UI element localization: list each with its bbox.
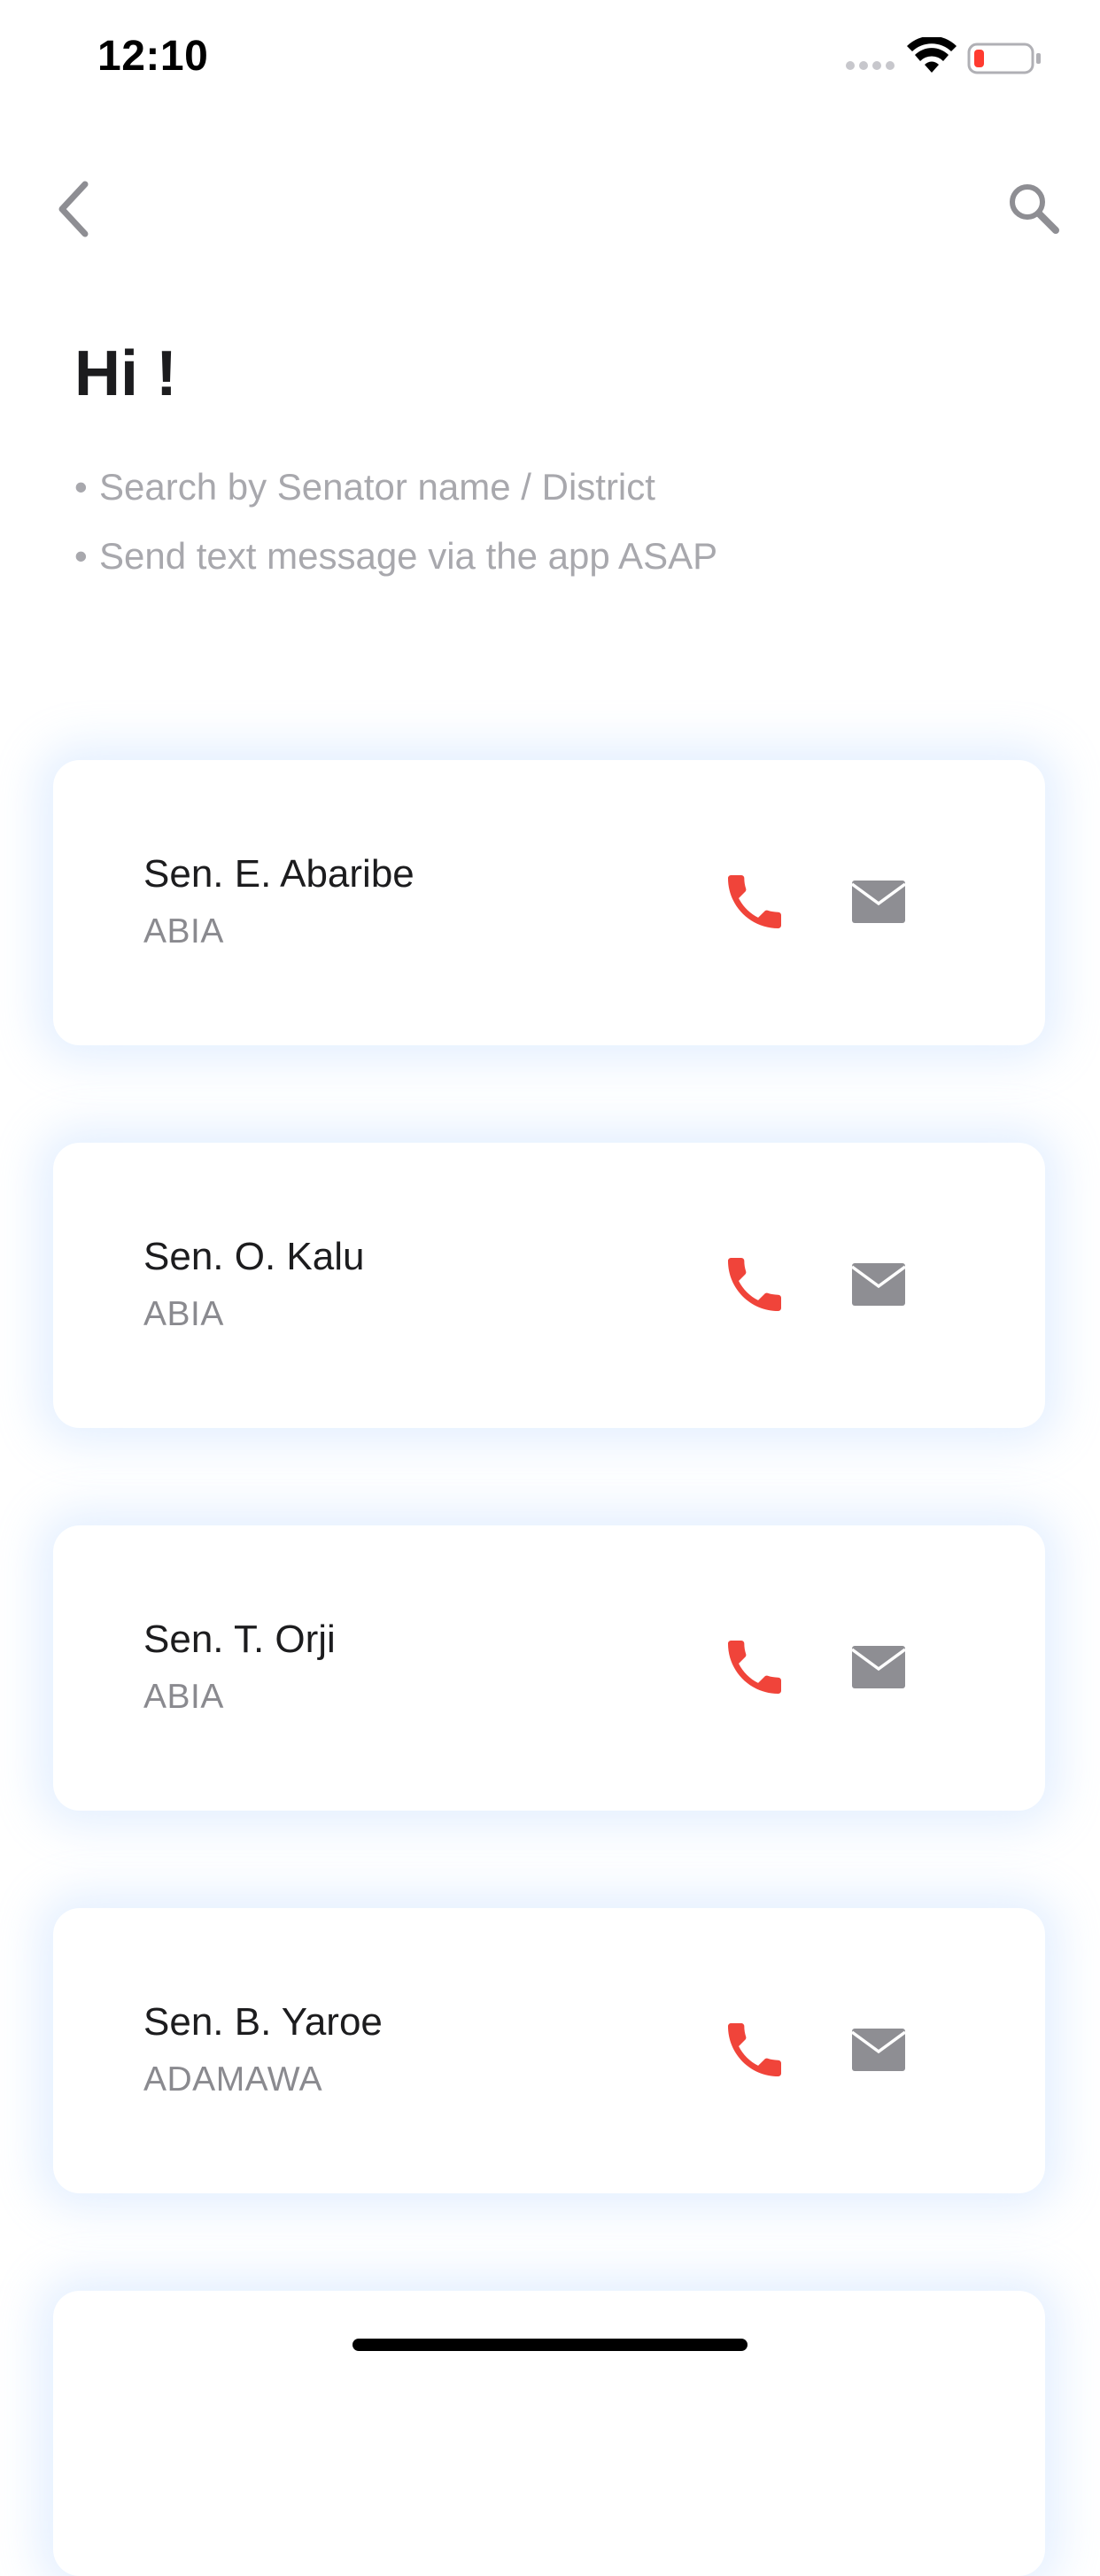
phone-icon	[728, 1258, 781, 1311]
senator-card[interactable]	[53, 2291, 1045, 2576]
hint-text: Search by Senator name / District	[99, 466, 655, 508]
senator-card[interactable]: Sen. T. Orji ABIA	[53, 1525, 1045, 1811]
signal-dots-icon	[846, 61, 895, 70]
nav-bar	[0, 142, 1100, 248]
message-button[interactable]	[847, 1256, 910, 1313]
phone-icon	[728, 2023, 781, 2076]
senator-card[interactable]: Sen. B. Yaroe ADAMAWA	[53, 1908, 1045, 2193]
message-button[interactable]	[847, 2021, 910, 2078]
message-button[interactable]	[847, 1639, 910, 1695]
message-button[interactable]	[847, 873, 910, 930]
call-button[interactable]	[719, 866, 790, 937]
senator-name: Sen. B. Yaroe	[143, 2000, 383, 2044]
envelope-icon	[850, 2029, 907, 2071]
phone-icon	[728, 1641, 781, 1694]
search-button[interactable]	[994, 161, 1073, 241]
status-time: 12:10	[97, 33, 209, 80]
hint-item: • Send text message via the app ASAP	[74, 535, 718, 577]
hint-text: Send text message via the app ASAP	[99, 535, 718, 577]
senator-name: Sen. T. Orji	[143, 1618, 336, 1661]
wifi-icon	[907, 37, 957, 73]
home-indicator	[352, 2339, 748, 2351]
hint-list: • Search by Senator name / District • Send…	[74, 461, 717, 599]
senator-district: ABIA	[143, 912, 224, 950]
search-icon	[1010, 184, 1059, 234]
senator-district: ABIA	[143, 1678, 224, 1716]
envelope-icon	[850, 1646, 907, 1688]
senator-name: Sen. E. Abaribe	[143, 852, 414, 896]
senator-district: ADAMAWA	[143, 2060, 323, 2099]
back-button[interactable]	[46, 159, 117, 239]
status-bar: 12:10	[0, 0, 1100, 124]
page-title: Hi !	[74, 338, 177, 409]
call-button[interactable]	[719, 1249, 790, 1320]
senator-district: ABIA	[143, 1295, 224, 1333]
senator-card[interactable]: Sen. E. Abaribe ABIA	[53, 760, 1045, 1045]
phone-icon	[728, 875, 781, 928]
senator-card[interactable]: Sen. O. Kalu ABIA	[53, 1143, 1045, 1428]
call-button[interactable]	[719, 2014, 790, 2085]
call-button[interactable]	[719, 1632, 790, 1703]
envelope-icon	[850, 881, 907, 923]
envelope-icon	[850, 1263, 907, 1306]
chevron-left-icon	[58, 181, 89, 237]
hint-item: • Search by Senator name / District	[74, 466, 655, 508]
senator-name: Sen. O. Kalu	[143, 1235, 365, 1278]
battery-low-icon	[967, 43, 1041, 74]
